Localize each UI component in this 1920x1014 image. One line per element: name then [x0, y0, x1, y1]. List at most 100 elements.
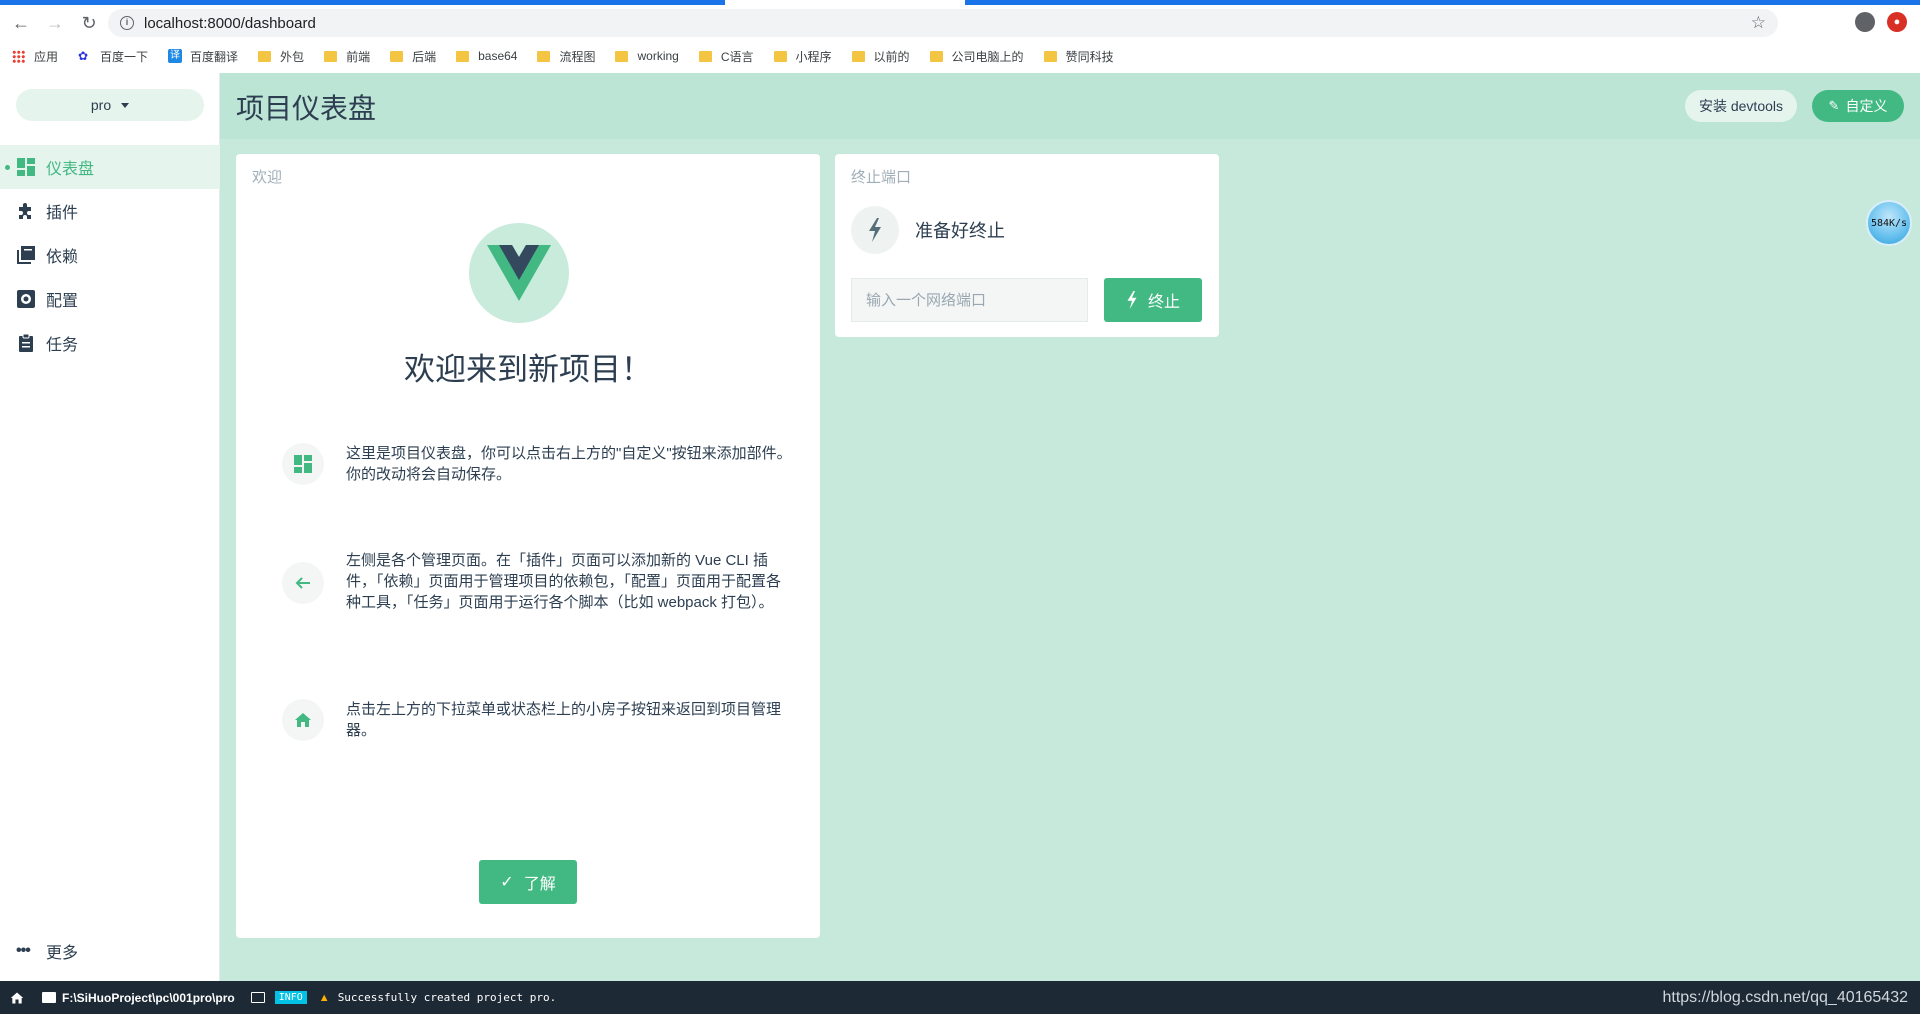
status-bar: F:\SiHuoProject\pc\001pro\pro INFO ▲ Suc… [0, 981, 1920, 1014]
watermark-text: https://blog.csdn.net/qq_40165432 [1662, 989, 1908, 1006]
project-dropdown[interactable]: pro [16, 89, 204, 121]
bookmark-folder[interactable]: 小程序 [773, 48, 832, 65]
forward-icon[interactable]: → [42, 10, 68, 36]
sidebar-item-label: 仪表盘 [46, 161, 95, 178]
port-input[interactable] [851, 278, 1088, 322]
sidebar-more[interactable]: ••• 更多 [16, 939, 78, 963]
bookmark-label: 应用 [34, 49, 59, 64]
console-log-icon[interactable] [250, 992, 265, 1003]
caret-down-icon [121, 102, 130, 108]
more-label: 更多 [46, 945, 79, 962]
bookmark-label: 小程序 [795, 49, 832, 64]
address-bar[interactable]: i localhost:8000/dashboard ☆ [108, 9, 1778, 37]
settings-icon [16, 289, 36, 309]
sidebar-item-dashboard[interactable]: 仪表盘 [0, 145, 220, 189]
bookmark-label: 前端 [346, 49, 371, 64]
apps-icon [12, 49, 25, 63]
kill-button[interactable]: 终止 [1104, 278, 1202, 322]
bookmark-baidu[interactable]: ✿ 百度一下 [78, 48, 148, 65]
bolt-icon [851, 206, 899, 254]
bookmarks-bar: 应用 ✿ 百度一下 译百度翻译 外包 前端 后端 base64 流程图 worki… [0, 44, 1920, 68]
active-indicator [5, 165, 10, 170]
bookmark-label: C语言 [720, 49, 754, 64]
bookmark-label: 赞同科技 [1065, 49, 1114, 64]
tip-item: 左侧是各个管理页面。在「插件」页面可以添加新的 Vue CLI 插件，「依赖」页… [282, 550, 792, 613]
home-icon[interactable] [2, 981, 32, 1014]
welcome-widget: 欢迎 欢迎来到新项目！ 这里是项目仪表盘，你可以点击右上方的"自定义"按钮来添加… [236, 154, 820, 938]
install-devtools-button[interactable]: 安装 devtools [1685, 90, 1797, 122]
customize-button[interactable]: ✎ 自定义 [1812, 90, 1904, 122]
kill-status: 准备好终止 [851, 206, 1005, 254]
understand-button[interactable]: ✓ 了解 [479, 860, 577, 904]
sidebar-item-configuration[interactable]: 配置 [0, 277, 220, 321]
welcome-heading: 欢迎来到新项目！ [404, 352, 652, 387]
bookmark-label: 百度翻译 [190, 49, 239, 64]
bookmark-label: 外包 [280, 49, 305, 64]
bookmark-label: 后端 [412, 49, 437, 64]
bookmark-label: base64 [478, 49, 518, 63]
bookmark-folder[interactable]: 外包 [258, 48, 304, 65]
bookmark-star-icon[interactable]: ☆ [1751, 13, 1766, 33]
extension-icon[interactable]: ● [1887, 12, 1907, 32]
tip-text: 点击左上方的下拉菜单或状态栏上的小房子按钮来返回到项目管理器。 [346, 701, 782, 739]
baidu-paw-icon: ✿ [78, 49, 89, 63]
project-path[interactable]: F:\SiHuoProject\pc\001pro\pro [62, 991, 235, 1005]
bookmark-folder[interactable]: 赞同科技 [1043, 48, 1114, 65]
bookmark-folder[interactable]: base64 [456, 49, 517, 63]
arrow-left-icon [282, 562, 324, 604]
check-icon: ✓ [500, 874, 514, 891]
widget-title: 欢迎 [252, 169, 283, 186]
dashboard-icon [16, 157, 36, 177]
bookmark-apps[interactable]: 应用 [12, 48, 58, 65]
bookmark-baidu-translate[interactable]: 译百度翻译 [168, 48, 238, 65]
understand-label: 了解 [523, 876, 556, 893]
folder-icon [851, 50, 865, 62]
vue-logo [469, 223, 569, 323]
tip-text: 这里是项目仪表盘，你可以点击右上方的"自定义"按钮来添加部件。你的改动将会自动保… [346, 445, 792, 483]
vue-ui-app: pro 仪表盘 插件 依赖 配置 任务 ••• 更多 项目仪表盘 安装 devt… [0, 73, 1920, 981]
sidebar-item-plugins[interactable]: 插件 [0, 189, 220, 233]
kill-status-text: 准备好终止 [915, 221, 1005, 241]
folder-icon [929, 50, 943, 62]
library-icon [16, 245, 36, 265]
reload-icon[interactable]: ↻ [76, 10, 102, 36]
kill-label: 终止 [1147, 294, 1180, 311]
bookmark-folder[interactable]: 公司电脑上的 [929, 48, 1024, 65]
sidebar-item-label: 任务 [46, 337, 79, 354]
tip-item: 点击左上方的下拉菜单或状态栏上的小房子按钮来返回到项目管理器。 [282, 699, 792, 741]
sidebar-item-label: 配置 [46, 293, 79, 310]
dashboard-icon [282, 443, 324, 485]
pencil-icon: ✎ [1828, 98, 1840, 113]
bookmark-folder[interactable]: 以前的 [851, 48, 910, 65]
bookmark-label: 流程图 [559, 49, 596, 64]
bookmark-label: working [637, 49, 679, 63]
puzzle-icon [16, 201, 36, 221]
folder-icon [698, 50, 712, 62]
bookmark-folder[interactable]: 后端 [390, 48, 436, 65]
browser-chrome: ← → ↻ i localhost:8000/dashboard ☆ ● 应用 … [0, 0, 1920, 73]
tab-strip [0, 0, 1920, 5]
clipboard-icon [16, 333, 36, 353]
sidebar-item-dependencies[interactable]: 依赖 [0, 233, 220, 277]
last-log-message[interactable]: Successfully created project pro. [338, 991, 557, 1004]
bookmark-folder[interactable]: C语言 [698, 48, 754, 65]
back-icon[interactable]: ← [8, 10, 34, 36]
bolt-icon [1127, 291, 1137, 309]
info-icon[interactable]: i [120, 16, 134, 30]
widget-title: 终止端口 [851, 169, 912, 186]
bookmark-folder[interactable]: working [615, 49, 679, 63]
account-icon[interactable] [1855, 12, 1875, 32]
bookmark-label: 以前的 [873, 49, 910, 64]
sidebar-item-label: 插件 [46, 205, 79, 222]
sidebar-item-tasks[interactable]: 任务 [0, 321, 220, 365]
bookmark-folder[interactable]: 流程图 [537, 48, 595, 65]
log-level-badge: INFO [274, 991, 307, 1004]
home-icon [282, 699, 324, 741]
kill-port-widget: 终止端口 准备好终止 终止 [835, 154, 1219, 337]
folder-icon [537, 50, 551, 62]
more-dots-icon: ••• [16, 942, 31, 959]
folder-icon [390, 50, 404, 62]
bookmark-folder[interactable]: 前端 [324, 48, 370, 65]
address-row: ← → ↻ i localhost:8000/dashboard ☆ [0, 6, 1920, 40]
folder-icon [258, 50, 272, 62]
